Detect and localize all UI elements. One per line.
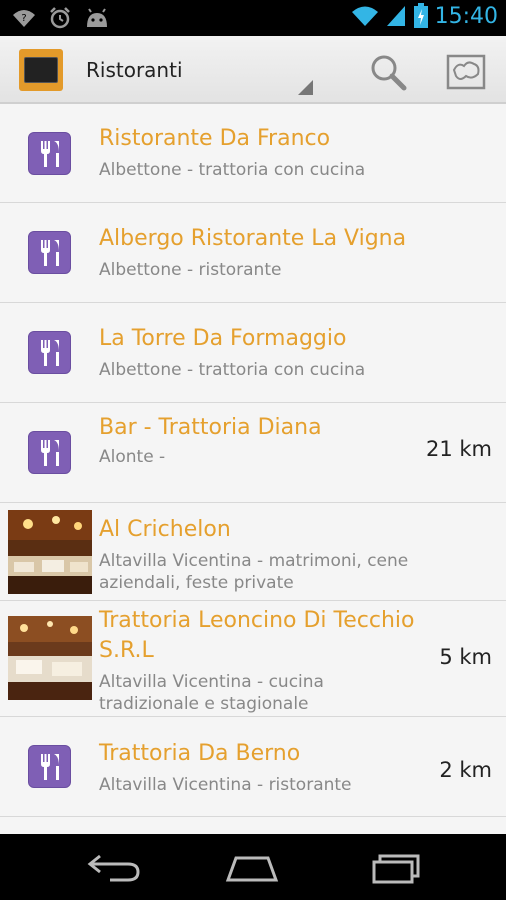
restaurant-list: Ristorante Da Franco Albettone - trattor… [0,104,506,834]
app-logo-icon[interactable] [19,49,63,91]
list-item[interactable] [0,817,506,834]
item-distance: 5 km [439,645,492,669]
item-subtitle: Altavilla Vicentina - matrimoni, cene az… [99,551,409,593]
item-title: Al Crichelon [99,517,231,542]
fork-knife-icon [28,231,71,274]
restaurant-photo [8,616,92,700]
map-icon[interactable] [446,52,486,92]
navigation-bar [0,834,506,900]
item-title: Ristorante Da Franco [99,126,331,151]
search-icon[interactable] [368,52,408,92]
wifi-icon [351,6,378,26]
alarm-icon [50,7,70,29]
fork-knife-icon [28,431,71,474]
wifi-question-icon: ? [13,10,35,27]
category-spinner-label[interactable]: Ristoranti [86,58,183,82]
list-item[interactable]: La Torre Da Formaggio Albettone - tratto… [0,303,506,403]
list-item[interactable]: Al Crichelon Altavilla Vicentina - matri… [0,503,506,601]
list-item[interactable]: Ristorante Da Franco Albettone - trattor… [0,104,506,203]
item-title: Trattoria Leoncino Di Tecchio S.R.L [99,608,415,663]
svg-text:?: ? [21,13,26,24]
item-title: Trattoria Da Berno [99,741,301,766]
item-title: Bar - Trattoria Diana [99,415,322,440]
back-icon[interactable] [84,850,144,884]
recent-apps-icon[interactable] [366,850,426,884]
item-subtitle: Altavilla Vicentina - ristorante [99,775,352,795]
fork-knife-icon [28,132,71,175]
item-distance: 2 km [439,758,492,782]
list-item[interactable]: Trattoria Leoncino Di Tecchio S.R.L Alta… [0,601,506,717]
item-distance: 21 km [425,437,492,461]
battery-icon [413,3,428,28]
home-icon[interactable] [222,850,282,884]
item-subtitle: Albettone - trattoria con cucina [99,160,366,180]
item-subtitle: Albettone - ristorante [99,260,282,280]
fork-knife-icon [28,745,71,788]
item-subtitle: Albettone - trattoria con cucina [99,360,366,380]
status-bar: ? 15:40 [0,0,506,36]
android-icon [87,8,107,27]
restaurant-photo [8,510,92,594]
item-subtitle: Altavilla Vicentina - cucina tradizional… [99,672,324,714]
item-title: Albergo Ristorante La Vigna [99,226,407,251]
item-subtitle: Alonte - [99,447,166,467]
spinner-arrow-icon[interactable] [298,80,313,95]
fork-knife-icon [28,331,71,374]
list-item[interactable]: Trattoria Da Berno Altavilla Vicentina -… [0,717,506,817]
status-time: 15:40 [434,3,498,29]
list-item[interactable]: Bar - Trattoria Diana Alonte - 21 km [0,403,506,503]
list-item[interactable]: Albergo Ristorante La Vigna Albettone - … [0,203,506,303]
item-title: La Torre Da Formaggio [99,326,347,351]
signal-icon [386,6,405,26]
action-bar: Ristoranti [0,36,506,104]
